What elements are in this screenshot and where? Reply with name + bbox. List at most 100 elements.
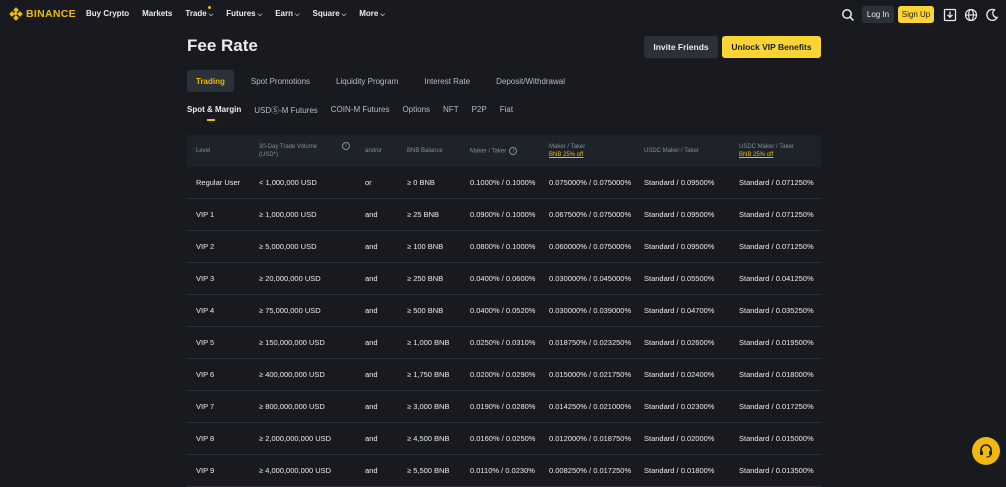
maker-taker-info-icon[interactable]: i (509, 146, 518, 155)
nav-item-futures[interactable]: Futures ⌵ (226, 9, 262, 19)
table-row: VIP 1 ≥ 1,000,000 USD and ≥ 25 BNB 0.0900% /… (187, 199, 821, 231)
tab-trading[interactable]: Trading (187, 70, 234, 92)
download-icon[interactable] (943, 8, 957, 22)
search-icon[interactable] (841, 8, 855, 22)
unlock-vip-button[interactable]: Unlock VIP Benefits (722, 36, 821, 58)
table-row: Regular User < 1,000,000 USD or ≥ 0 BNB 0.10… (187, 167, 821, 199)
nav-item-trade[interactable]: Trade ⌵ (185, 6, 214, 19)
usdc-bnb-cell: Standard / 0.015000% (739, 434, 814, 443)
subtab-coin-m-futures[interactable]: COIN-M Futures (331, 105, 390, 121)
tab-interest-rate[interactable]: Interest Rate (415, 70, 479, 92)
tab-liquidity-program[interactable]: Liquidity Program (327, 70, 407, 92)
maker-taker-bnb-cell: 0.018750% / 0.023250% (549, 338, 632, 347)
subtab-usd-m-futures[interactable]: USDⓈ-M Futures (254, 105, 318, 121)
nav-item-label: Futures (226, 9, 256, 18)
maker-taker-cell: 0.0160% / 0.0250% (470, 434, 536, 443)
fee-rate-table: Level 30-Day Trade Volume (USD*) i and/o… (187, 135, 821, 487)
usdc-cell: Standard / 0.02000% (644, 434, 715, 443)
table-body: Regular User < 1,000,000 USD or ≥ 0 BNB 0.10… (187, 167, 821, 487)
nav-menu: Buy Crypto Markets Trade ⌵ Futures ⌵ Earn ⌵ Squa… (86, 6, 398, 19)
usdc-cell: Standard / 0.04700% (644, 306, 715, 315)
header-usdc-bnb: USDC Maker / Taker BNB 25% off (739, 144, 794, 158)
level-cell: VIP 9 (196, 466, 215, 475)
volume-cell: ≥ 150,000,000 USD (259, 338, 325, 347)
subtab-nft[interactable]: NFT (443, 105, 459, 121)
globe-icon[interactable] (964, 8, 978, 22)
tab-spot-promotions[interactable]: Spot Promotions (242, 70, 319, 92)
volume-cell: ≥ 1,000,000 USD (259, 210, 317, 219)
nav-item-label: More (359, 9, 379, 18)
nav-item-square[interactable]: Square ⌵ (313, 9, 347, 19)
level-cell: VIP 4 (196, 306, 215, 315)
table-row: VIP 3 ≥ 20,000,000 USD and ≥ 250 BNB 0.0400%… (187, 263, 821, 295)
usdc-cell: Standard / 0.09500% (644, 178, 715, 187)
maker-taker-bnb-cell: 0.014250% / 0.021000% (549, 402, 632, 411)
signup-button[interactable]: Sign Up (898, 6, 934, 23)
andor-cell: or (365, 178, 372, 187)
andor-cell: and (365, 338, 378, 347)
bnb-balance-cell: ≥ 500 BNB (407, 306, 444, 315)
support-chat-button[interactable] (972, 437, 1000, 465)
subtab-p2p[interactable]: P2P (472, 105, 487, 121)
top-navbar: BINANCE Buy Crypto Markets Trade ⌵ Futures ⌵ E… (0, 0, 1006, 28)
nav-item-label: Trade (185, 9, 207, 18)
primary-tabs: Trading Spot Promotions Liquidity Program I… (187, 70, 582, 92)
header-bnb-balance: BNB Balance (407, 148, 443, 154)
table-header: Level 30-Day Trade Volume (USD*) i and/o… (187, 135, 821, 167)
bnb-balance-cell: ≥ 0 BNB (407, 178, 435, 187)
bnb-balance-cell: ≥ 5,500 BNB (407, 466, 450, 475)
tab-deposit-withdrawal[interactable]: Deposit/Withdrawal (487, 70, 574, 92)
subtab-options[interactable]: Options (402, 105, 430, 121)
header-andor: and/or (365, 148, 383, 154)
chevron-down-icon: ⌵ (257, 12, 263, 18)
chevron-down-icon: ⌵ (341, 12, 347, 18)
nav-item-label: Buy Crypto (86, 9, 130, 18)
usdc-bnb-cell: Standard / 0.071250% (739, 178, 814, 187)
header-maker-taker: Maker / Taker i (470, 135, 518, 167)
chevron-down-icon: ⌵ (294, 12, 300, 18)
usdc-cell: Standard / 0.02300% (644, 402, 715, 411)
level-cell: VIP 8 (196, 434, 215, 443)
usdc-cell: Standard / 0.09500% (644, 210, 715, 219)
nav-item-buy-crypto[interactable]: Buy Crypto (86, 9, 129, 19)
theme-toggle-icon[interactable] (985, 8, 999, 22)
usdc-bnb-cell: Standard / 0.071250% (739, 210, 814, 219)
usdc-bnb-cell: Standard / 0.019500% (739, 338, 814, 347)
subtab-spot-margin[interactable]: Spot & Margin (187, 105, 241, 121)
header-level: Level (196, 148, 211, 154)
maker-taker-cell: 0.0800% / 0.1000% (470, 242, 536, 251)
volume-cell: ≥ 2,000,000,000 USD (259, 434, 332, 443)
andor-cell: and (365, 210, 378, 219)
bnb-balance-cell: ≥ 3,000 BNB (407, 402, 450, 411)
usdc-bnb-cell: Standard / 0.018000% (739, 370, 814, 379)
volume-cell: ≥ 4,000,000,000 USD (259, 466, 332, 475)
usdc-bnb-cell: Standard / 0.041250% (739, 274, 814, 283)
nav-item-earn[interactable]: Earn ⌵ (275, 9, 299, 19)
usdc-cell: Standard / 0.05500% (644, 274, 715, 283)
bnb-balance-cell: ≥ 250 BNB (407, 274, 444, 283)
chevron-down-icon: ⌵ (208, 12, 214, 18)
bnb-balance-cell: ≥ 4,500 BNB (407, 434, 450, 443)
maker-taker-bnb-cell: 0.075000% / 0.075000% (549, 178, 632, 187)
maker-taker-bnb-cell: 0.008250% / 0.017250% (549, 466, 632, 475)
invite-friends-button[interactable]: Invite Friends (644, 36, 718, 58)
andor-cell: and (365, 402, 378, 411)
volume-info-icon[interactable]: i (342, 142, 350, 150)
nav-item-more[interactable]: More ⌵ (359, 9, 385, 19)
new-indicator-dot (208, 6, 212, 9)
chevron-down-icon: ⌵ (380, 12, 385, 18)
page-title: Fee Rate (187, 36, 258, 55)
maker-taker-cell: 0.1000% / 0.1000% (470, 178, 536, 187)
maker-taker-bnb-cell: 0.030000% / 0.039000% (549, 306, 632, 315)
maker-taker-bnb-cell: 0.067500% / 0.075000% (549, 210, 632, 219)
binance-logo-icon (9, 7, 23, 21)
usdc-cell: Standard / 0.09500% (644, 242, 715, 251)
nav-item-markets[interactable]: Markets (142, 9, 172, 19)
subtab-fiat[interactable]: Fiat (500, 105, 513, 121)
table-row: VIP 5 ≥ 150,000,000 USD and ≥ 1,000 BNB 0.02… (187, 327, 821, 359)
login-button[interactable]: Log In (862, 6, 894, 23)
maker-taker-bnb-cell: 0.060000% / 0.075000% (549, 242, 632, 251)
level-cell: VIP 7 (196, 402, 215, 411)
maker-taker-bnb-cell: 0.030000% / 0.045000% (549, 274, 632, 283)
binance-logo[interactable]: BINANCE (9, 7, 76, 21)
